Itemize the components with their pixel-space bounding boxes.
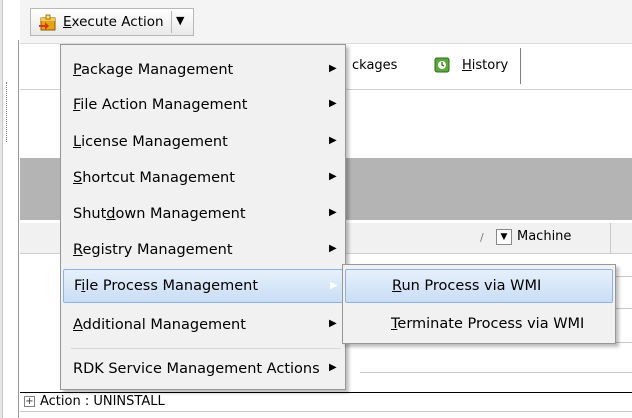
execute-action-menu: Package Management ▶ File Action Managem… <box>60 44 346 390</box>
left-panel-edge <box>0 0 3 418</box>
expand-icon[interactable]: + <box>24 396 35 407</box>
panel-divider <box>18 40 19 418</box>
tab-packages[interactable]: ckages <box>352 58 397 73</box>
submenu-arrow-icon: ▶ <box>329 98 337 109</box>
menu-item-terminate-process-via-wmi[interactable]: Terminate Process via WMI <box>345 307 613 341</box>
package-run-icon <box>39 14 56 31</box>
submenu-arrow-icon: ▶ <box>329 63 337 74</box>
submenu-item-label: Run Process via WMI <box>392 278 542 294</box>
menu-item-label: File Action Management <box>73 97 248 113</box>
file-process-submenu: Run Process via WMI Terminate Process vi… <box>342 264 616 344</box>
sort-indicator: / <box>480 231 484 244</box>
tab-divider <box>520 48 521 84</box>
submenu-arrow-icon: ▶ <box>329 171 337 182</box>
toolbar: Execute Action ▼ <box>20 0 632 44</box>
execute-action-button[interactable]: Execute Action ▼ <box>30 8 194 36</box>
submenu-arrow-icon: ▶ <box>330 280 338 291</box>
submenu-item-label: Terminate Process via WMI <box>391 316 585 332</box>
tab-history[interactable]: History <box>462 58 508 73</box>
menu-item-label: Registry Management <box>73 242 233 258</box>
execute-action-label: Execute Action <box>63 14 164 30</box>
menu-item-label: RDK Service Management Actions <box>73 361 320 377</box>
menu-item-registry-management[interactable]: Registry Management ▶ <box>63 233 343 267</box>
submenu-arrow-icon: ▶ <box>329 243 337 254</box>
grid-row-line <box>360 372 632 373</box>
submenu-arrow-icon: ▶ <box>329 207 337 218</box>
table-row[interactable]: + Action : UNINSTALL <box>20 392 632 412</box>
menu-item-label: Shortcut Management <box>73 170 235 186</box>
history-tab-icon <box>434 57 450 73</box>
menu-item-shortcut-management[interactable]: Shortcut Management ▶ <box>63 161 343 195</box>
menu-item-rdk-service-management-actions[interactable]: RDK Service Management Actions ▶ <box>63 352 343 386</box>
application-window: Execute Action ▼ ckages History / ▼ Mach… <box>0 0 632 418</box>
menu-item-label: Package Management <box>73 62 234 78</box>
menu-item-package-management[interactable]: Package Management ▶ <box>63 53 343 87</box>
filter-dropdown-icon[interactable]: ▼ <box>496 229 512 245</box>
menu-item-label: License Management <box>73 134 228 150</box>
menu-item-label: Shutdown Management <box>73 206 246 222</box>
action-row-label: Action : UNINSTALL <box>40 394 165 409</box>
submenu-arrow-icon: ▶ <box>329 135 337 146</box>
menu-item-additional-management[interactable]: Additional Management ▶ <box>63 308 343 342</box>
submenu-arrow-icon: ▶ <box>329 362 337 373</box>
menu-item-shutdown-management[interactable]: Shutdown Management ▶ <box>63 197 343 231</box>
menu-item-license-management[interactable]: License Management ▶ <box>63 125 343 159</box>
submenu-arrow-icon: ▶ <box>329 318 337 329</box>
menu-item-file-action-management[interactable]: File Action Management ▶ <box>63 88 343 122</box>
menu-item-file-process-management[interactable]: File Process Management ▶ <box>63 269 343 303</box>
column-separator <box>610 223 611 255</box>
chevron-down-icon[interactable]: ▼ <box>176 14 184 27</box>
menu-item-run-process-via-wmi[interactable]: Run Process via WMI <box>345 269 613 303</box>
menu-item-label: Additional Management <box>73 317 246 333</box>
menu-separator <box>71 348 341 349</box>
column-header-machine[interactable]: Machine <box>517 229 571 244</box>
menu-item-label: File Process Management <box>74 278 259 294</box>
tree-connector <box>6 82 16 142</box>
split-button-separator <box>171 11 172 33</box>
